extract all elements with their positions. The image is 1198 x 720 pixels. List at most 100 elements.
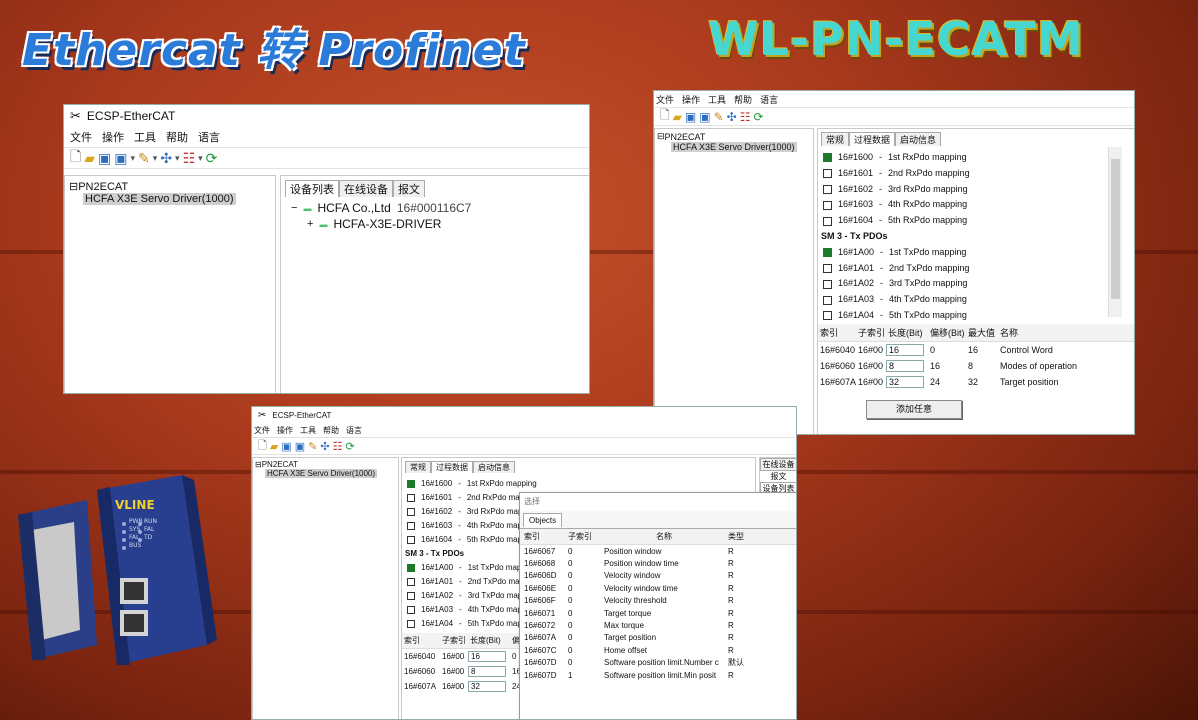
save-icon[interactable]: ▣ [281, 440, 291, 453]
tab-startup[interactable]: 启动信息 [473, 461, 515, 473]
pdo-checkbox[interactable] [823, 216, 832, 226]
pdo-row[interactable]: 16#1602-3rd RxPdo mapping [821, 182, 1132, 198]
refresh-icon[interactable]: ⟳ [206, 150, 218, 167]
grid-row[interactable]: 16#6060 16#00 8 16 8 Modes of operation [818, 358, 1134, 374]
pdo-row[interactable]: 16#1A02-3rd TxPdo mapping [821, 276, 1132, 292]
objects-row[interactable]: 16#6068 0 Position window time R [520, 557, 796, 569]
open-folder-icon[interactable]: ▰ [84, 150, 95, 167]
menu-tools[interactable]: 工具 [708, 93, 726, 106]
pdo-checkbox[interactable] [823, 311, 832, 321]
objects-row[interactable]: 16#6072 0 Max torque R [520, 619, 796, 631]
pdo-scrollbar[interactable] [1108, 147, 1122, 317]
menu-operate[interactable]: 操作 [682, 93, 700, 106]
pdo-checkbox[interactable] [407, 592, 415, 600]
pdo-checkbox[interactable] [823, 279, 832, 289]
objects-row[interactable]: 16#606D 0 Velocity window R [520, 570, 796, 582]
length-input[interactable]: 16 [886, 344, 924, 356]
pdo-checkbox[interactable] [823, 184, 832, 194]
pdo-checkbox[interactable] [823, 295, 832, 305]
objects-row[interactable]: 16#607A 0 Target position R [520, 632, 796, 644]
pdo-row[interactable]: 16#1600-1st RxPdo mapping [821, 150, 1132, 166]
pdo-checkbox[interactable] [823, 263, 832, 273]
tab-device-list[interactable]: 设备列表 [285, 180, 339, 197]
edit-icon[interactable]: ✎ [308, 440, 317, 453]
menu-language[interactable]: 语言 [346, 425, 362, 436]
tab-message[interactable]: 报文 [760, 471, 796, 482]
network-icon[interactable]: ✣ [320, 440, 329, 453]
open-folder-icon[interactable]: ▰ [270, 440, 278, 453]
pdo-checkbox[interactable] [823, 153, 832, 163]
length-input[interactable]: 8 [886, 360, 924, 372]
pdo-row[interactable]: 16#1A04-5th TxPdo mapping [821, 308, 1132, 324]
add-any-button[interactable]: 添加任意 [866, 400, 962, 419]
menu-operate[interactable]: 操作 [277, 425, 293, 436]
pdo-checkbox[interactable] [407, 494, 415, 502]
pdo-checkbox[interactable] [407, 522, 415, 530]
tree-root[interactable]: ⊟ PN2ECAT [69, 180, 271, 194]
pdo-checkbox[interactable] [407, 508, 415, 516]
menu-tools[interactable]: 工具 [300, 425, 316, 436]
objects-row[interactable]: 16#606E 0 Velocity window time R [520, 582, 796, 594]
menu-language[interactable]: 语言 [760, 93, 778, 106]
pdo-row[interactable]: 16#1A01-2nd TxPdo mapping [821, 261, 1132, 277]
refresh-icon[interactable]: ⟳ [345, 440, 354, 453]
grid-row[interactable]: 16#6040 16#00 16 0 16 Control Word [818, 342, 1134, 358]
menu-file[interactable]: 文件 [656, 93, 674, 106]
network-icon[interactable]: ✣ [160, 150, 172, 167]
length-input[interactable]: 32 [468, 681, 506, 692]
new-file-icon[interactable]: 🗋 [258, 437, 267, 456]
tab-process-data[interactable]: 过程数据 [849, 132, 896, 146]
length-input[interactable]: 16 [468, 651, 506, 662]
tab-message[interactable]: 报文 [393, 180, 425, 197]
expand-icon[interactable]: + [307, 218, 313, 230]
pdo-checkbox[interactable] [407, 578, 415, 586]
pdo-checkbox[interactable] [407, 620, 415, 628]
pdo-row[interactable]: 16#1603-4th RxPdo mapping [821, 197, 1132, 213]
pdo-checkbox[interactable] [823, 169, 832, 179]
network-icon[interactable]: ✣ [727, 110, 737, 124]
menu-tools[interactable]: 工具 [134, 129, 156, 145]
scroll-thumb[interactable] [1111, 159, 1120, 299]
tree-node-servo[interactable]: HCFA X3E Servo Driver(1000) [69, 193, 271, 205]
pdo-checkbox[interactable] [823, 200, 832, 210]
objects-tab[interactable]: Objects [523, 513, 563, 527]
tab-startup[interactable]: 启动信息 [895, 132, 942, 146]
menu-help[interactable]: 帮助 [166, 129, 188, 145]
tab-general[interactable]: 常规 [405, 461, 431, 473]
tab-general[interactable]: 常规 [821, 132, 850, 146]
menu-help[interactable]: 帮助 [734, 93, 752, 106]
menu-operate[interactable]: 操作 [102, 129, 124, 145]
device-config-icon[interactable]: ☷ [183, 150, 196, 167]
new-file-icon[interactable]: 🗋 [660, 106, 670, 127]
menu-help[interactable]: 帮助 [323, 425, 339, 436]
open-folder-icon[interactable]: ▰ [673, 110, 682, 124]
tab-online-devices[interactable]: 在线设备 [339, 180, 393, 197]
grid-row[interactable]: 16#607A 16#00 32 24 32 Target position [818, 374, 1134, 390]
pdo-checkbox[interactable] [823, 248, 832, 258]
objects-row[interactable]: 16#607C 0 Home offset R [520, 644, 796, 656]
new-file-icon[interactable]: 🗋 [70, 146, 81, 170]
device-config-icon[interactable]: ☷ [740, 110, 751, 124]
tree-node-servo[interactable]: HCFA X3E Servo Driver(1000) [657, 142, 811, 152]
vendor-row[interactable]: − ▬ HCFA Co.,Ltd 16#000116C7 [285, 201, 586, 215]
device-config-icon[interactable]: ☷ [333, 440, 343, 453]
edit-icon[interactable]: ✎ [714, 110, 724, 124]
objects-row[interactable]: 16#6067 0 Position window R [520, 545, 796, 557]
driver-row[interactable]: + ▬ HCFA-X3E-DRIVER [285, 217, 586, 231]
save-as-icon[interactable]: ▣ [699, 110, 710, 124]
pdo-row[interactable]: 16#1A00-1st TxPdo mapping [821, 245, 1132, 261]
pdo-checkbox[interactable] [407, 564, 415, 572]
pdo-row[interactable]: 16#1601-2nd RxPdo mapping [821, 166, 1132, 182]
pdo-checkbox[interactable] [407, 536, 415, 544]
edit-icon[interactable]: ✎ [138, 150, 150, 167]
menu-file[interactable]: 文件 [70, 129, 92, 145]
pdo-checkbox[interactable] [407, 480, 415, 488]
menu-file[interactable]: 文件 [254, 425, 270, 436]
tab-online-devices[interactable]: 在线设备 [760, 458, 796, 471]
save-icon[interactable]: ▣ [685, 110, 696, 124]
refresh-icon[interactable]: ⟳ [753, 110, 763, 124]
save-as-icon[interactable]: ▣ [114, 150, 127, 167]
objects-row[interactable]: 16#606F 0 Velocity threshold R [520, 595, 796, 607]
objects-row[interactable]: 16#607D 0 Software position limit.Number c… [520, 657, 796, 669]
collapse-icon[interactable]: − [291, 202, 297, 214]
